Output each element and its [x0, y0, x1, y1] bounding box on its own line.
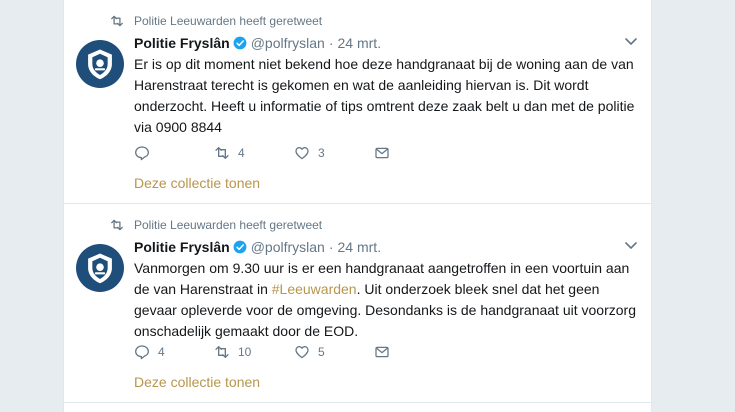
- retweet-icon: [111, 219, 123, 231]
- author-handle[interactable]: @polfryslan: [251, 35, 325, 51]
- heart-icon: [295, 346, 309, 359]
- like-button[interactable]: 5: [294, 344, 374, 360]
- verified-badge-icon: [233, 36, 247, 50]
- timeline-column: Politie Leeuwarden heeft geretweet Polit…: [63, 0, 652, 412]
- retweet-icon: [215, 147, 229, 159]
- separator-dot: ·: [328, 239, 334, 255]
- tweet-divider: [64, 402, 651, 403]
- tweet[interactable]: Politie Leeuwarden heeft geretweet Polit…: [64, 0, 651, 203]
- like-button[interactable]: 3: [294, 145, 374, 161]
- author-name[interactable]: Politie Fryslân: [134, 35, 230, 51]
- avatar[interactable]: [76, 40, 124, 88]
- reply-count: 4: [158, 345, 165, 359]
- verified-badge-icon: [233, 240, 247, 254]
- tweet-header: Politie Fryslân @polfryslan · 24 mrt.: [134, 34, 381, 52]
- tweet-text: Er is op dit moment niet bekend hoe deze…: [134, 56, 635, 135]
- reply-icon: [135, 146, 149, 161]
- retweeted-by-label[interactable]: Politie Leeuwarden heeft geretweet: [134, 218, 322, 232]
- retweet-count: 4: [238, 146, 245, 160]
- like-count: 5: [318, 345, 325, 359]
- police-logo-icon: [88, 253, 112, 284]
- retweet-context: Politie Leeuwarden heeft geretweet: [110, 12, 322, 30]
- separator-dot: ·: [328, 35, 334, 51]
- tweet-actions: 4 3: [134, 143, 454, 163]
- author-name[interactable]: Politie Fryslân: [134, 239, 230, 255]
- author-handle[interactable]: @polfryslan: [251, 239, 325, 255]
- police-logo-icon: [88, 49, 112, 80]
- heart-icon: [295, 147, 309, 160]
- chevron-down-icon[interactable]: [625, 242, 637, 250]
- tweet[interactable]: Politie Leeuwarden heeft geretweet Polit…: [64, 204, 651, 402]
- avatar[interactable]: [76, 244, 124, 292]
- tweet-text: Vanmorgen om 9.30 uur is er een handgran…: [134, 258, 640, 342]
- tweet-actions: 4 10 5: [134, 342, 454, 362]
- retweet-context: Politie Leeuwarden heeft geretweet: [110, 216, 322, 234]
- retweeted-by-label[interactable]: Politie Leeuwarden heeft geretweet: [134, 14, 322, 28]
- show-collection-link[interactable]: Deze collectie tonen: [134, 374, 260, 390]
- like-count: 3: [318, 146, 325, 160]
- envelope-icon: [375, 147, 389, 159]
- show-collection-link[interactable]: Deze collectie tonen: [134, 175, 260, 191]
- chevron-down-icon[interactable]: [625, 38, 637, 46]
- retweet-count: 10: [238, 345, 252, 359]
- tweet-timestamp[interactable]: 24 mrt.: [338, 35, 382, 51]
- retweet-icon: [111, 15, 123, 27]
- reply-button[interactable]: [134, 145, 214, 161]
- tweet-timestamp[interactable]: 24 mrt.: [338, 239, 382, 255]
- direct-message-button[interactable]: [374, 145, 454, 161]
- retweet-button[interactable]: 4: [214, 145, 294, 161]
- envelope-icon: [375, 346, 389, 358]
- hashtag-link[interactable]: #Leeuwarden: [272, 281, 357, 297]
- retweet-icon: [215, 345, 229, 358]
- reply-icon: [135, 345, 149, 360]
- retweet-button[interactable]: 10: [214, 344, 294, 360]
- tweet-header: Politie Fryslân @polfryslan · 24 mrt.: [134, 238, 381, 256]
- direct-message-button[interactable]: [374, 344, 454, 360]
- reply-button[interactable]: 4: [134, 344, 214, 360]
